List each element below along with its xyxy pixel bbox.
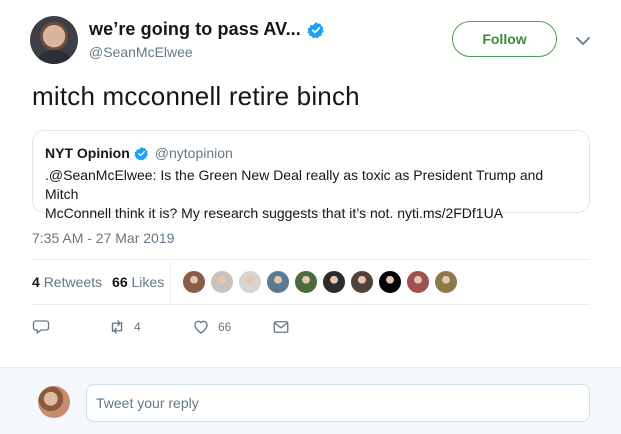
liker-avatar[interactable] [350,270,374,294]
retweets-label: Retweets [43,274,103,290]
retweet-count: 4 [134,320,141,334]
stats-top-divider [32,259,590,260]
liker-avatar[interactable] [294,270,318,294]
reply-button[interactable] [32,318,50,336]
follow-button[interactable]: Follow [452,21,557,57]
liker-avatar[interactable] [322,270,346,294]
mail-icon [273,321,289,333]
like-count: 66 [218,320,232,334]
like-button[interactable]: 66 [192,318,231,336]
tweet-text: mitch mcconnell retire binch [32,81,360,111]
author-name-row[interactable]: we’re going to pass AV... [89,19,325,40]
liker-avatar[interactable] [266,270,290,294]
liker-avatar[interactable] [378,270,402,294]
stats-separator [170,262,171,304]
liker-avatar[interactable] [434,270,458,294]
quoted-author-handle: @nytopinion [154,145,233,161]
heart-icon [194,320,208,334]
current-user-avatar[interactable] [38,386,70,418]
tweet-header: we’re going to pass AV... @SeanMcElwee F… [0,0,621,80]
retweets-count: 4 [32,274,40,290]
retweet-button[interactable]: 4 [108,318,141,336]
author-handle[interactable]: @SeanMcElwee [89,44,193,60]
stats-bottom-divider [32,304,590,305]
reply-composer [0,367,621,434]
likes-count: 66 [112,274,128,290]
author-avatar[interactable] [30,16,78,64]
likes-label: Likes [131,274,165,290]
liker-avatar[interactable] [406,270,430,294]
liker-avatar[interactable] [210,270,234,294]
tweet-timestamp[interactable]: 7:35 AM - 27 Mar 2019 [32,230,174,246]
chevron-down-icon [576,37,590,46]
retweets-stat[interactable]: 4 Retweets [32,274,102,290]
quoted-tweet-line-1: .@SeanMcElwee: Is the Green New Deal rea… [45,167,544,202]
likers-avatars [182,270,458,294]
likes-stat[interactable]: 66 Likes [112,274,164,290]
liker-avatar[interactable] [182,270,206,294]
more-options-button[interactable] [572,30,594,52]
verified-badge-icon [307,21,324,38]
liker-avatar[interactable] [238,270,262,294]
tweet-stats: 4 Retweets 66 Likes [32,274,164,290]
quoted-tweet-card[interactable]: NYT Opinion @nytopinion .@SeanMcElwee: I… [32,130,590,221]
author-display-name[interactable]: we’re going to pass AV... [89,19,301,40]
reply-icon [32,320,50,334]
quoted-verified-badge-icon [133,146,148,160]
quoted-tweet-line-2: McConnell think it is? My research sugge… [45,205,504,221]
retweet-icon [111,320,123,334]
direct-message-button[interactable] [272,318,290,336]
quoted-author-name: NYT Opinion [45,145,130,161]
quoted-tweet-header: NYT Opinion @nytopinion [45,145,233,161]
quoted-tweet-text: .@SeanMcElwee: Is the Green New Deal rea… [45,166,575,223]
reply-input[interactable] [86,384,590,422]
